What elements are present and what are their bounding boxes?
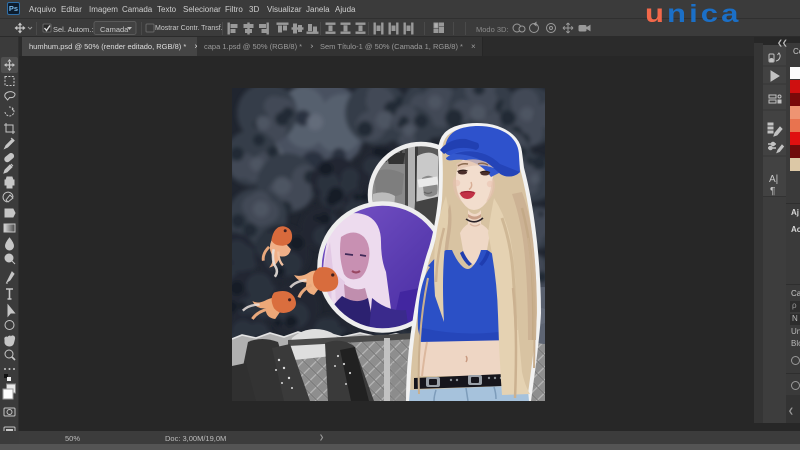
svg-text:¶: ¶: [770, 186, 775, 197]
svg-text:A|: A|: [769, 174, 778, 185]
